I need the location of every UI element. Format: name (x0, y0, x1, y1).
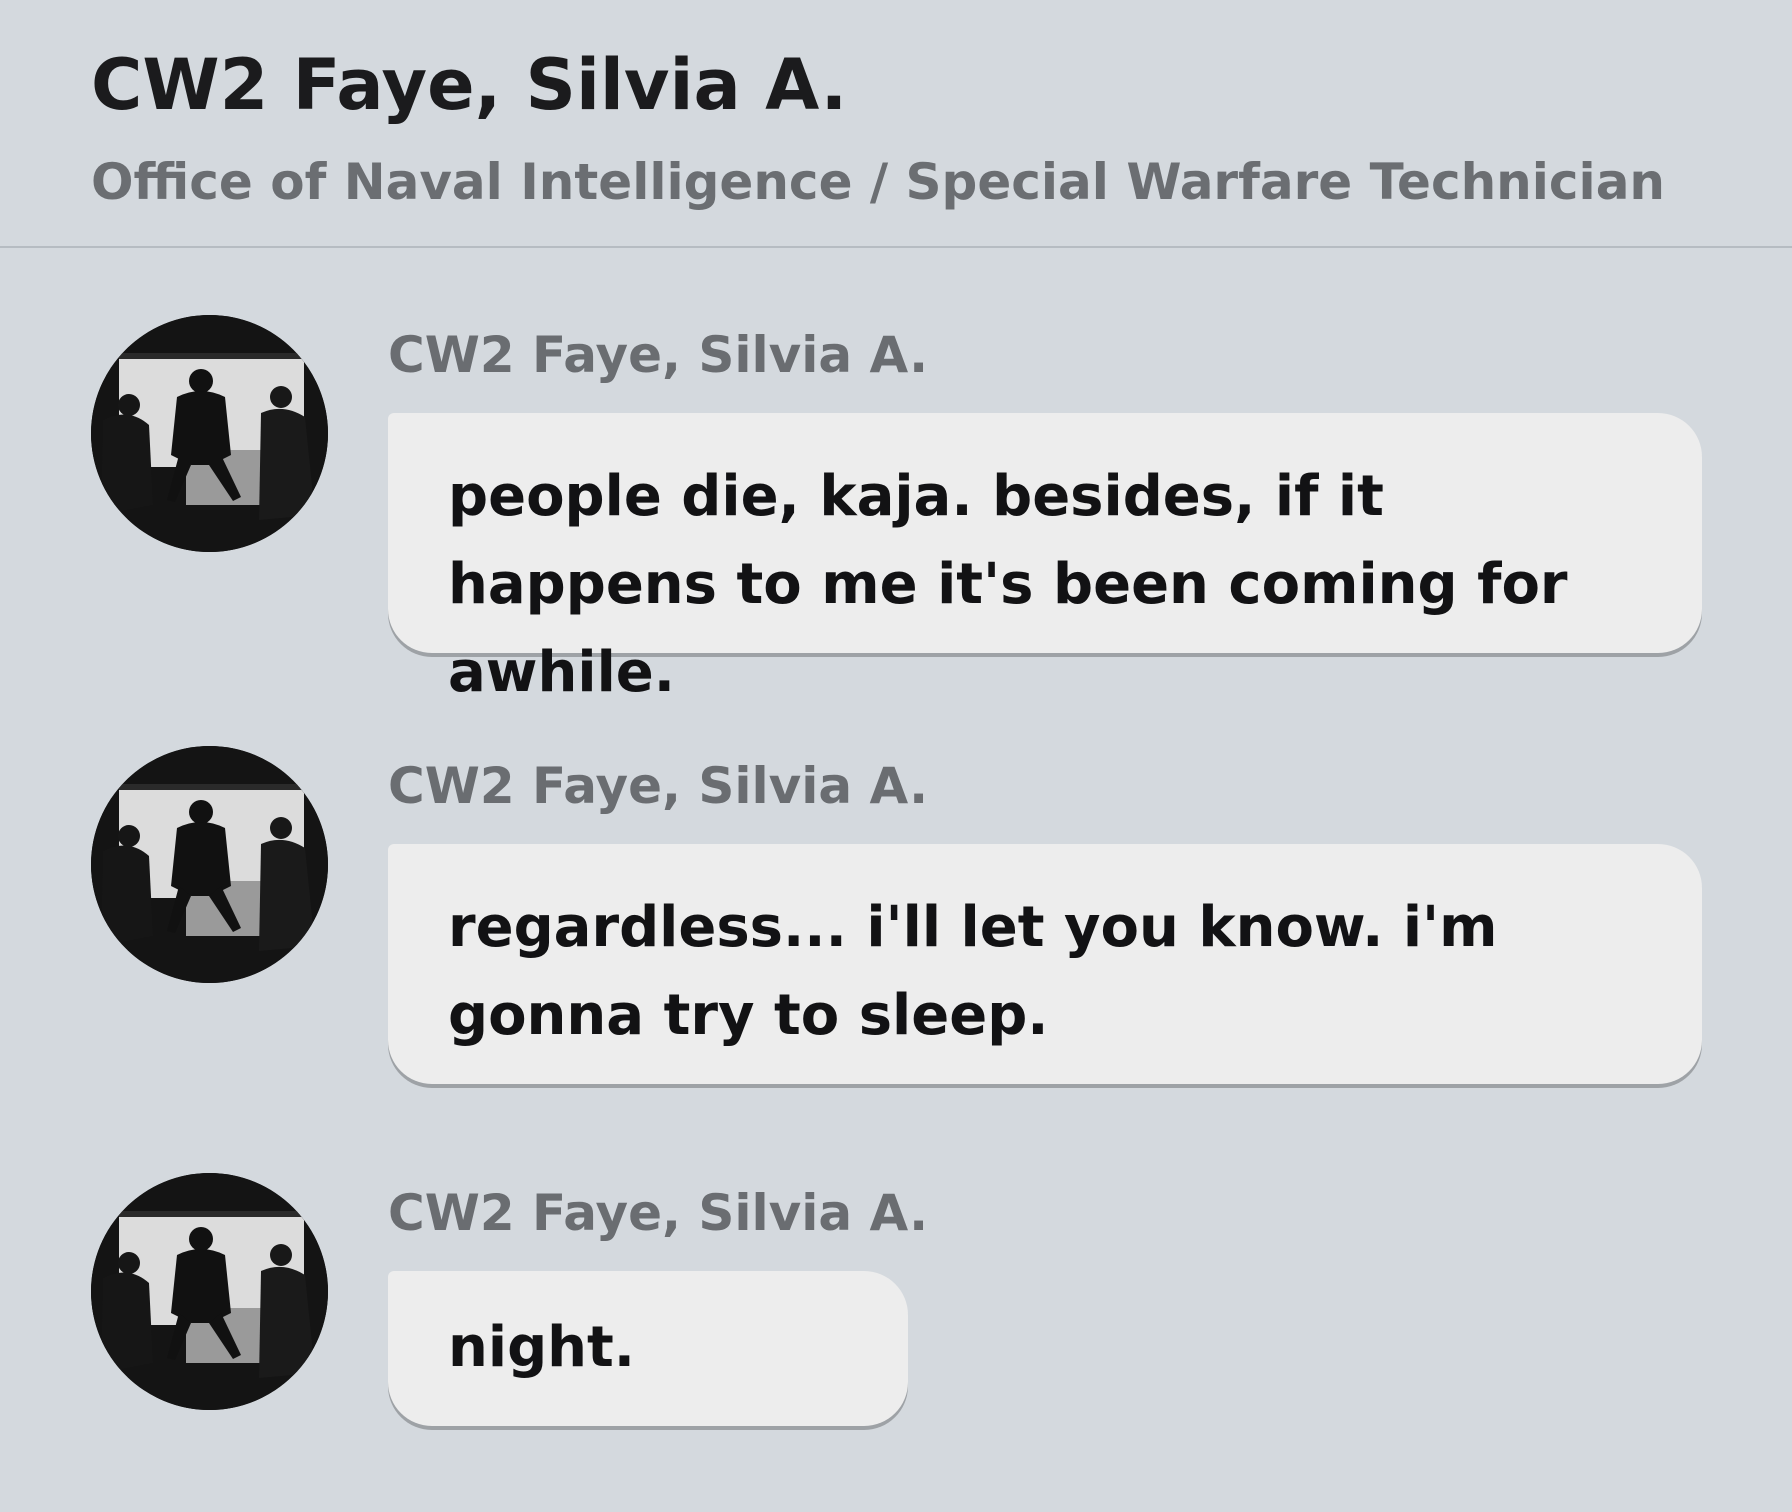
contact-unit-subtitle: Office of Naval Intelligence / Special W… (91, 153, 1666, 211)
message-bubble[interactable]: people die, kaja. besides, if it happens… (388, 413, 1702, 705)
message-bubble[interactable]: regardless... i'll let you know. i'm gon… (388, 844, 1702, 1084)
message-sender: CW2 Faye, Silvia A. (388, 326, 929, 384)
message-sender: CW2 Faye, Silvia A. (388, 757, 929, 815)
avatar[interactable] (91, 1173, 328, 1410)
avatar[interactable] (91, 746, 328, 983)
soldiers-silhouette-icon (91, 315, 328, 552)
soldiers-silhouette-icon (91, 746, 328, 983)
message-bubble[interactable]: night. (388, 1271, 908, 1426)
contact-name-title: CW2 Faye, Silvia A. (91, 44, 848, 126)
soldiers-silhouette-icon (91, 1173, 328, 1410)
avatar[interactable] (91, 315, 328, 552)
message-sender: CW2 Faye, Silvia A. (388, 1184, 929, 1242)
chat-header: CW2 Faye, Silvia A. Office of Naval Inte… (0, 0, 1792, 248)
